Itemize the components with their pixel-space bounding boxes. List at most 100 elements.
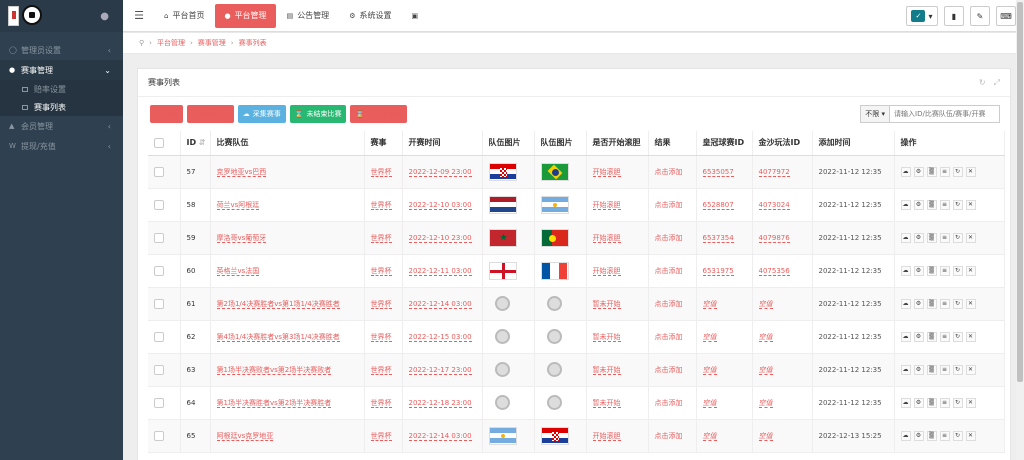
cell-teams[interactable]: 英格兰vs法国 [210, 254, 365, 288]
cloud-icon[interactable]: ☁ [900, 364, 911, 375]
finished-matches-button[interactable]: ⌛ 已结束比赛 [350, 105, 408, 123]
row-checkbox[interactable] [148, 386, 181, 420]
fullscreen-icon[interactable]: ⤢ [994, 78, 1000, 88]
row-checkbox[interactable] [148, 155, 181, 189]
breadcrumb-item[interactable]: 赛事管理 [198, 38, 226, 48]
cell-event[interactable]: 世界杯 [364, 419, 403, 453]
refresh-icon[interactable]: ↻ [979, 78, 986, 88]
collect-events-button[interactable]: ☁ 采集赛事 [237, 105, 286, 123]
cell-status[interactable]: 开始滚胆 [586, 155, 649, 189]
row-checkbox[interactable] [148, 188, 181, 222]
chart-icon[interactable]: ▒ [926, 331, 937, 342]
cell-time[interactable]: 2022-12-15 03:00 [402, 320, 483, 354]
cell-status[interactable]: 开始滚胆 [586, 254, 649, 288]
cell-jinsha-id[interactable]: 4075356 [752, 254, 813, 288]
refresh-icon[interactable]: ↻ [952, 430, 963, 441]
add-button[interactable]: ⊕ 新增 [150, 105, 183, 123]
cell-result[interactable]: 点击添加 [648, 353, 697, 387]
cell-result[interactable]: 点击添加 [648, 155, 697, 189]
close-icon[interactable]: ✕ [965, 331, 976, 342]
cloud-icon[interactable]: ☁ [900, 331, 911, 342]
list-icon[interactable]: ≡ [939, 265, 950, 276]
cell-status[interactable]: 暂未开始 [586, 320, 649, 354]
cell-result[interactable]: 点击添加 [648, 221, 697, 255]
tab-platform[interactable]: ● 平台管理 [215, 3, 276, 28]
cell-result[interactable]: 点击添加 [648, 320, 697, 354]
row-checkbox[interactable] [148, 254, 181, 288]
cloud-icon[interactable]: ☁ [900, 298, 911, 309]
trash-button[interactable]: ▮ [944, 6, 964, 26]
menu-toggle-icon[interactable]: ☰ [123, 9, 155, 22]
edit-button[interactable]: ✎ [970, 6, 990, 26]
refresh-icon[interactable]: ↻ [952, 166, 963, 177]
page-scrollbar[interactable] [1016, 0, 1024, 460]
row-checkbox[interactable] [148, 353, 181, 387]
list-icon[interactable]: ≡ [939, 331, 950, 342]
tab-settings[interactable]: ⚙ 系统设置 [340, 4, 400, 28]
cell-crown-id[interactable]: 空值 [696, 386, 753, 420]
chart-icon[interactable]: ▒ [926, 364, 937, 375]
settings-icon[interactable]: ⚙ [913, 265, 924, 276]
cloud-icon[interactable]: ☁ [900, 232, 911, 243]
refresh-icon[interactable]: ↻ [952, 199, 963, 210]
close-icon[interactable]: ✕ [965, 430, 976, 441]
close-icon[interactable]: ✕ [965, 364, 976, 375]
cell-event[interactable]: 世界杯 [364, 188, 403, 222]
chart-icon[interactable]: ▒ [926, 166, 937, 177]
water-drop-icon[interactable]: ● [100, 11, 109, 22]
sidebar-item-members[interactable]: ▲ 会员管理 ‹ [0, 116, 123, 136]
tab-extra[interactable]: ▣ [402, 4, 431, 28]
cell-teams[interactable]: 第1场半决赛败者vs第2场半决赛败者 [210, 353, 365, 387]
row-checkbox[interactable] [148, 419, 181, 453]
close-icon[interactable]: ✕ [965, 199, 976, 210]
chart-icon[interactable]: ▒ [926, 265, 937, 276]
settings-icon[interactable]: ⚙ [913, 364, 924, 375]
cloud-icon[interactable]: ☁ [900, 265, 911, 276]
list-icon[interactable]: ≡ [939, 298, 950, 309]
sidebar-item-withdraw[interactable]: W 提现/充值 ‹ [0, 136, 123, 156]
cell-event[interactable]: 世界杯 [364, 353, 403, 387]
cell-teams[interactable]: 第2场1/4决赛胜者vs第1场1/4决赛胜者 [210, 287, 365, 321]
tab-home[interactable]: ⌂ 平台首页 [155, 4, 213, 28]
cell-teams[interactable]: 克罗地亚vs巴西 [210, 155, 365, 189]
cell-result[interactable]: 点击添加 [648, 386, 697, 420]
cell-crown-id[interactable]: 空值 [696, 419, 753, 453]
cell-status[interactable]: 开始滚胆 [586, 188, 649, 222]
row-checkbox[interactable] [148, 287, 181, 321]
cell-crown-id[interactable]: 6531975 [696, 254, 753, 288]
cloud-icon[interactable]: ☁ [900, 397, 911, 408]
chart-icon[interactable]: ▒ [926, 199, 937, 210]
cell-status[interactable]: 暂未开始 [586, 287, 649, 321]
cell-event[interactable]: 世界杯 [364, 386, 403, 420]
sidebar-subitem-odds[interactable]: 赔率设置 [0, 80, 123, 98]
cloud-icon[interactable]: ☁ [900, 199, 911, 210]
cloud-icon[interactable]: ☁ [900, 166, 911, 177]
chart-icon[interactable]: ▒ [926, 397, 937, 408]
row-checkbox[interactable] [148, 320, 181, 354]
clear-score-button[interactable]: ↻ 清赌比分 [186, 105, 234, 123]
cell-jinsha-id[interactable]: 4073024 [752, 188, 813, 222]
keyboard-button[interactable]: ⌨ [996, 6, 1016, 26]
cell-teams[interactable]: 第4场1/4决赛胜者vs第3场1/4决赛胜者 [210, 320, 365, 354]
cell-status[interactable]: 开始滚胆 [586, 221, 649, 255]
list-icon[interactable]: ≡ [939, 364, 950, 375]
refresh-icon[interactable]: ↻ [952, 232, 963, 243]
scrollbar-thumb[interactable] [1017, 2, 1023, 382]
cell-event[interactable]: 世界杯 [364, 221, 403, 255]
cell-time[interactable]: 2022-12-11 03:00 [402, 254, 483, 288]
cloud-icon[interactable]: ☁ [900, 430, 911, 441]
cell-jinsha-id[interactable]: 空值 [752, 353, 813, 387]
cell-crown-id[interactable]: 空值 [696, 320, 753, 354]
chart-icon[interactable]: ▒ [926, 232, 937, 243]
cell-teams[interactable]: 第1场半决赛胜者vs第2场半决赛胜者 [210, 386, 365, 420]
cell-time[interactable]: 2022-12-10 23:00 [402, 221, 483, 255]
refresh-icon[interactable]: ↻ [952, 364, 963, 375]
cell-time[interactable]: 2022-12-14 03:00 [402, 419, 483, 453]
cell-time[interactable]: 2022-12-14 03:00 [402, 287, 483, 321]
cell-jinsha-id[interactable]: 空值 [752, 287, 813, 321]
cell-jinsha-id[interactable]: 空值 [752, 320, 813, 354]
breadcrumb-item[interactable]: 赛事列表 [239, 38, 267, 48]
cell-crown-id[interactable]: 6537354 [696, 221, 753, 255]
settings-icon[interactable]: ⚙ [913, 397, 924, 408]
cell-event[interactable]: 世界杯 [364, 254, 403, 288]
